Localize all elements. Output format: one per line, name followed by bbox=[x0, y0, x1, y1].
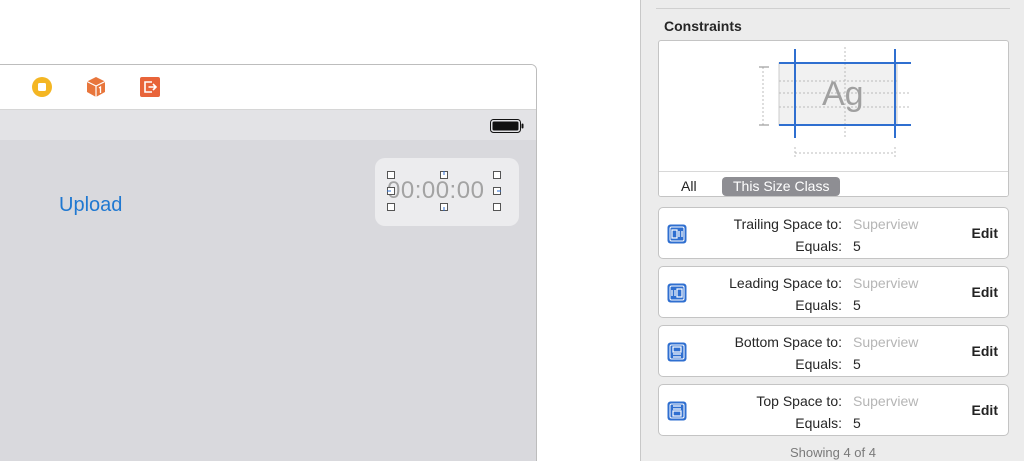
root-view[interactable]: Upload 00:00:00 bbox=[0, 140, 536, 461]
constraint-target: Superview bbox=[853, 393, 919, 409]
constraint-type-label: Bottom Space to: bbox=[734, 334, 842, 350]
constraint-type-label: Leading Space to: bbox=[729, 275, 842, 291]
constraint-row-trailing[interactable]: Trailing Space to: Superview Equals: 5 E… bbox=[658, 207, 1009, 259]
constraint-value: 5 bbox=[853, 238, 861, 254]
constraint-target: Superview bbox=[853, 216, 919, 232]
constraint-type-label: Trailing Space to: bbox=[733, 216, 842, 232]
trailing-space-icon bbox=[667, 224, 687, 244]
view-controller-icon[interactable] bbox=[31, 76, 53, 98]
constraint-equals-label: Equals: bbox=[795, 415, 842, 431]
constraint-value: 5 bbox=[853, 415, 861, 431]
top-space-icon bbox=[667, 401, 687, 421]
size-class-segmented-control: All This Size Class bbox=[659, 171, 1008, 196]
battery-icon bbox=[490, 119, 524, 133]
size-class-all[interactable]: All bbox=[681, 178, 697, 194]
size-class-this[interactable]: This Size Class bbox=[722, 177, 841, 196]
edit-button[interactable]: Edit bbox=[972, 225, 998, 241]
storyboard-canvas[interactable]: Upload 00:00:00 bbox=[0, 0, 640, 461]
upload-button[interactable]: Upload bbox=[59, 194, 122, 217]
xcode-window: Upload 00:00:00 Constraints Ag All This … bbox=[0, 0, 1024, 461]
constraints-count-label: Showing 4 of 4 bbox=[789, 445, 876, 460]
constraint-row-leading[interactable]: Leading Space to: Superview Equals: 5 Ed… bbox=[658, 266, 1009, 318]
exit-icon[interactable] bbox=[139, 76, 161, 98]
size-inspector: Constraints Ag All This Size Class Trail… bbox=[640, 0, 1024, 461]
constraint-row-bottom[interactable]: Bottom Space to: Superview Equals: 5 Edi… bbox=[658, 325, 1009, 377]
constraint-equals-label: Equals: bbox=[795, 356, 842, 372]
edit-button[interactable]: Edit bbox=[972, 284, 998, 300]
constraint-target: Superview bbox=[853, 275, 919, 291]
constraint-value: 5 bbox=[853, 297, 861, 313]
constraint-target: Superview bbox=[853, 334, 919, 350]
status-bar bbox=[0, 110, 536, 140]
scene-dock bbox=[0, 65, 536, 110]
leading-space-icon bbox=[667, 283, 687, 303]
diagram-sample-text: Ag bbox=[822, 75, 864, 113]
divider bbox=[656, 8, 1010, 9]
constraints-diagram[interactable]: Ag All This Size Class bbox=[658, 40, 1009, 197]
edit-button[interactable]: Edit bbox=[972, 402, 998, 418]
view-controller-scene[interactable]: Upload 00:00:00 bbox=[0, 64, 537, 461]
constraint-row-top[interactable]: Top Space to: Superview Equals: 5 Edit bbox=[658, 384, 1009, 436]
selection-handles[interactable] bbox=[387, 171, 501, 211]
first-responder-icon[interactable] bbox=[85, 76, 107, 98]
edit-button[interactable]: Edit bbox=[972, 343, 998, 359]
constraint-value: 5 bbox=[853, 356, 861, 372]
bottom-space-icon bbox=[667, 342, 687, 362]
constraint-type-label: Top Space to: bbox=[756, 393, 842, 409]
constraint-equals-label: Equals: bbox=[795, 297, 842, 313]
timer-container-view[interactable]: 00:00:00 bbox=[375, 158, 519, 226]
section-title: Constraints bbox=[664, 18, 742, 34]
constraint-equals-label: Equals: bbox=[795, 238, 842, 254]
